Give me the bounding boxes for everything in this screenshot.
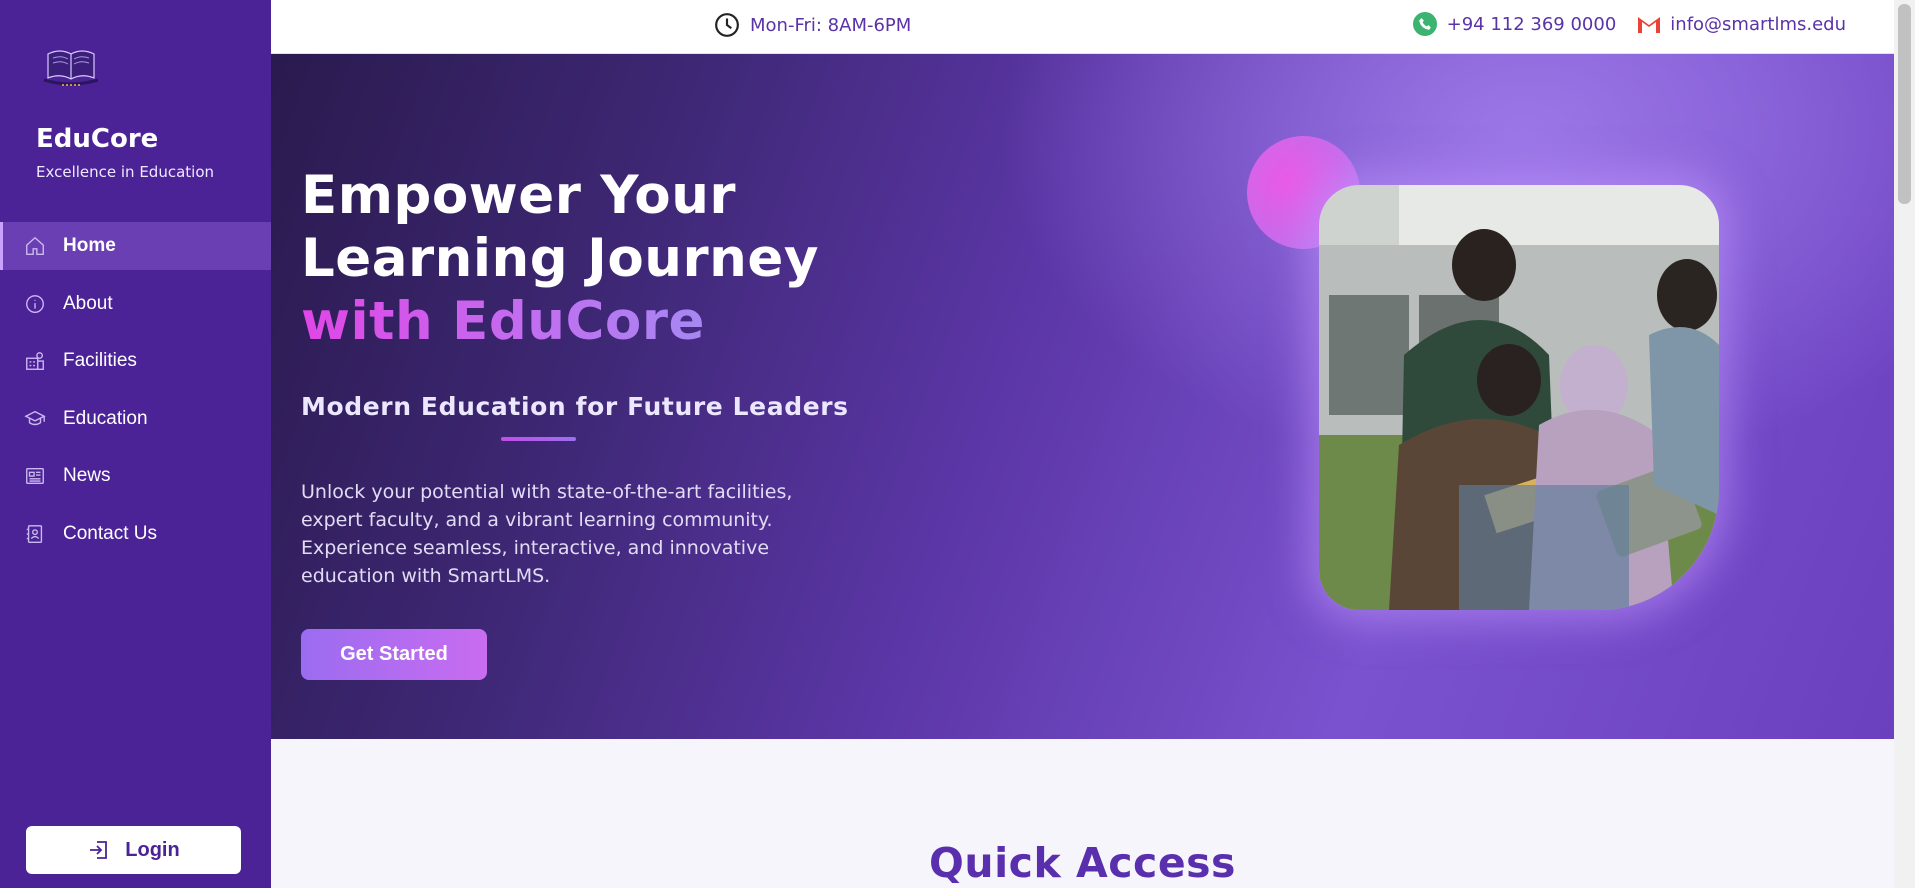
graduation-cap-icon <box>22 406 48 432</box>
email-address: info@smartlms.edu <box>1670 13 1846 35</box>
scrollbar-thumb[interactable] <box>1898 4 1911 204</box>
logo[interactable] <box>40 46 102 90</box>
login-label: Login <box>125 838 180 861</box>
get-started-label: Get Started <box>340 643 448 665</box>
get-started-button[interactable]: Get Started <box>301 629 487 680</box>
sidebar-nav: Home About Facilities Education News Con… <box>0 222 271 567</box>
sidebar-item-contact-us[interactable]: Contact Us <box>0 510 271 558</box>
office-hours: Mon-Fri: 8AM-6PM <box>714 12 911 38</box>
students-photo <box>1319 185 1719 610</box>
hero-section: Empower Your Learning Journey with EduCo… <box>271 54 1894 739</box>
hero-title: Empower Your Learning Journey with EduCo… <box>301 164 819 353</box>
email-link[interactable]: info@smartlms.edu <box>1636 13 1846 35</box>
mail-icon <box>1637 15 1662 33</box>
sidebar-item-label: Contact Us <box>63 522 157 544</box>
brand-tagline: Excellence in Education <box>36 163 215 181</box>
hero-image <box>1319 185 1719 610</box>
sidebar-item-label: News <box>63 465 111 486</box>
info-icon <box>22 291 48 317</box>
book-logo-icon <box>43 50 99 86</box>
sidebar-item-about[interactable]: About <box>0 280 271 328</box>
login-button[interactable]: Login <box>26 826 241 874</box>
hero-title-line1: Empower Your <box>301 165 737 226</box>
facilities-icon <box>22 348 48 374</box>
newspaper-icon <box>22 463 48 489</box>
contact-info: +94 112 369 0000 info@smartlms.edu <box>1393 12 1846 36</box>
page-scrollbar[interactable] <box>1894 0 1915 888</box>
home-icon <box>22 233 48 259</box>
clock-icon <box>715 13 739 37</box>
sidebar-item-label: Home <box>63 235 116 256</box>
sidebar-item-news[interactable]: News <box>0 452 271 500</box>
sidebar-item-home[interactable]: Home <box>0 222 271 270</box>
subtitle-underline <box>501 437 576 441</box>
phone-number: +94 112 369 0000 <box>1446 13 1617 35</box>
sidebar-item-facilities[interactable]: Facilities <box>0 337 271 385</box>
contact-book-icon <box>22 521 48 547</box>
hero-title-accent: with EduCore <box>301 291 705 352</box>
sidebar-item-education[interactable]: Education <box>0 395 271 443</box>
sidebar-item-label: Facilities <box>63 350 137 371</box>
top-bar: Mon-Fri: 8AM-6PM +94 112 369 0000 info@s… <box>271 0 1894 54</box>
quick-access-section: Quick Access <box>271 739 1894 888</box>
sidebar-item-label: Education <box>63 407 148 429</box>
phone-icon <box>1412 12 1437 36</box>
sidebar: EduCore Excellence in Education Home Abo… <box>0 0 271 888</box>
hero-description: Unlock your potential with state-of-the-… <box>301 481 793 587</box>
phone-link[interactable]: +94 112 369 0000 <box>1412 12 1617 36</box>
brand-name: EduCore <box>36 124 159 154</box>
hero-title-line2: Learning Journey <box>301 228 819 289</box>
office-hours-text: Mon-Fri: 8AM-6PM <box>750 14 912 36</box>
quick-access-title: Quick Access <box>929 839 1236 887</box>
login-icon <box>90 841 108 859</box>
sidebar-item-label: About <box>63 292 113 314</box>
hero-subtitle: Modern Education for Future Leaders <box>301 392 849 421</box>
